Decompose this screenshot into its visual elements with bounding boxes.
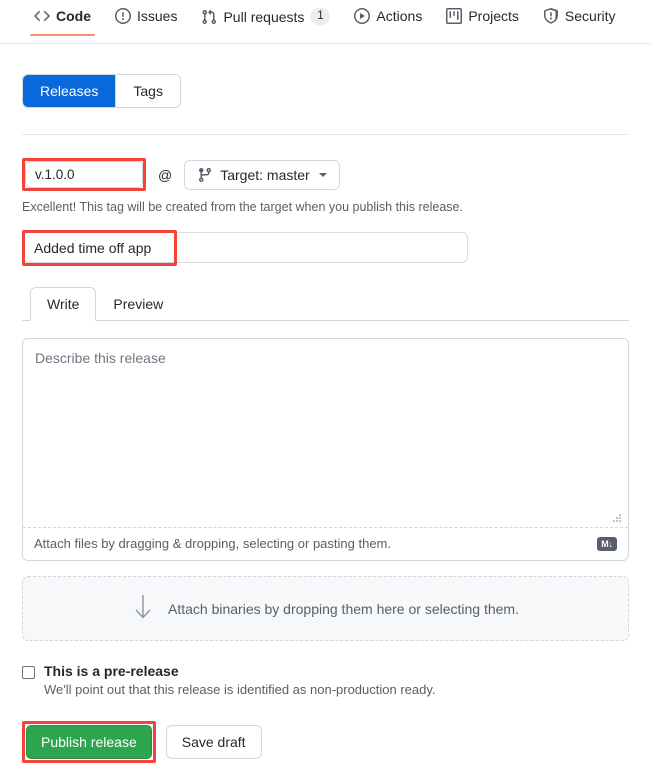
target-branch-dropdown[interactable]: Target: master bbox=[184, 159, 340, 190]
pre-release-checkbox[interactable] bbox=[22, 666, 35, 679]
tag-input-annotation-box bbox=[22, 158, 146, 191]
target-branch-label: Target: master bbox=[220, 166, 310, 183]
section-divider bbox=[22, 134, 629, 135]
release-description-editor: Write Preview Attach files by dragging &… bbox=[22, 287, 629, 561]
tags-tab-button[interactable]: Tags bbox=[115, 75, 180, 107]
tag-hint-text: Excellent! This tag will be created from… bbox=[22, 200, 463, 214]
shield-icon bbox=[543, 8, 559, 24]
release-form: Releases Tags @ Target: master Excellent… bbox=[0, 44, 651, 763]
pre-release-title: This is a pre-release bbox=[44, 663, 179, 679]
release-description-textarea[interactable] bbox=[23, 339, 628, 527]
markdown-icon[interactable]: M↓ bbox=[597, 536, 617, 551]
chevron-down-icon bbox=[318, 172, 327, 177]
publish-button-annotation-box: Publish release bbox=[22, 721, 156, 763]
repo-nav-tab-security[interactable]: Security bbox=[531, 4, 628, 36]
repo-nav-tab-issues[interactable]: Issues bbox=[103, 4, 189, 36]
attach-binaries-label: Attach binaries by dropping them here or… bbox=[168, 600, 519, 617]
editor-footer: Attach files by dragging & dropping, sel… bbox=[23, 527, 628, 560]
arrow-down-icon bbox=[132, 594, 154, 623]
repo-nav-tab-code[interactable]: Code bbox=[22, 4, 103, 36]
pre-release-subtitle: We'll point out that this release is ide… bbox=[44, 682, 436, 697]
attach-binaries-dropzone[interactable]: Attach binaries by dropping them here or… bbox=[22, 576, 629, 641]
play-icon bbox=[354, 8, 371, 24]
tag-version-input[interactable] bbox=[25, 161, 143, 188]
editor-tab-preview[interactable]: Preview bbox=[96, 287, 180, 321]
repo-nav-label-pull-requests: Pull requests bbox=[223, 8, 305, 25]
repo-nav-tab-actions[interactable]: Actions bbox=[342, 4, 434, 36]
pre-release-section: This is a pre-release We'll point out th… bbox=[22, 663, 629, 697]
editor-tab-write[interactable]: Write bbox=[30, 287, 97, 321]
git-branch-icon bbox=[197, 167, 213, 183]
repo-nav-tab-pull-requests[interactable]: Pull requests 1 bbox=[189, 4, 342, 37]
pre-release-text-block: This is a pre-release We'll point out th… bbox=[44, 663, 436, 697]
releases-tab-button[interactable]: Releases bbox=[23, 75, 116, 107]
git-pull-request-icon bbox=[201, 9, 217, 25]
repo-nav-tab-projects[interactable]: Projects bbox=[434, 4, 531, 36]
issue-opened-icon bbox=[115, 8, 131, 24]
repo-nav: Code Issues Pull requests 1 Actions Proj… bbox=[0, 0, 651, 44]
code-icon bbox=[34, 8, 50, 24]
form-actions: Publish release Save draft bbox=[22, 721, 629, 763]
release-title-input[interactable] bbox=[22, 232, 468, 263]
repo-nav-label-issues: Issues bbox=[137, 8, 178, 24]
textarea-resize-handle[interactable] bbox=[611, 511, 622, 522]
attach-files-hint: Attach files by dragging & dropping, sel… bbox=[34, 536, 391, 551]
repo-nav-label-actions: Actions bbox=[376, 8, 423, 24]
repo-nav-label-code: Code bbox=[56, 8, 91, 24]
save-draft-button[interactable]: Save draft bbox=[165, 725, 262, 759]
repo-nav-label-security: Security bbox=[564, 8, 616, 24]
at-separator: @ bbox=[158, 166, 173, 183]
repo-nav-label-projects: Projects bbox=[468, 8, 519, 24]
project-icon bbox=[446, 8, 463, 24]
tag-version-row: @ Target: master bbox=[22, 158, 629, 191]
editor-tab-bar: Write Preview bbox=[22, 287, 629, 321]
editor-body: Attach files by dragging & dropping, sel… bbox=[22, 338, 629, 561]
release-title-row bbox=[22, 230, 629, 266]
pull-requests-counter: 1 bbox=[310, 8, 331, 25]
editor-textarea-wrapper bbox=[23, 339, 628, 527]
releases-tags-segmented-control: Releases Tags bbox=[22, 74, 181, 108]
publish-release-button[interactable]: Publish release bbox=[26, 725, 152, 759]
